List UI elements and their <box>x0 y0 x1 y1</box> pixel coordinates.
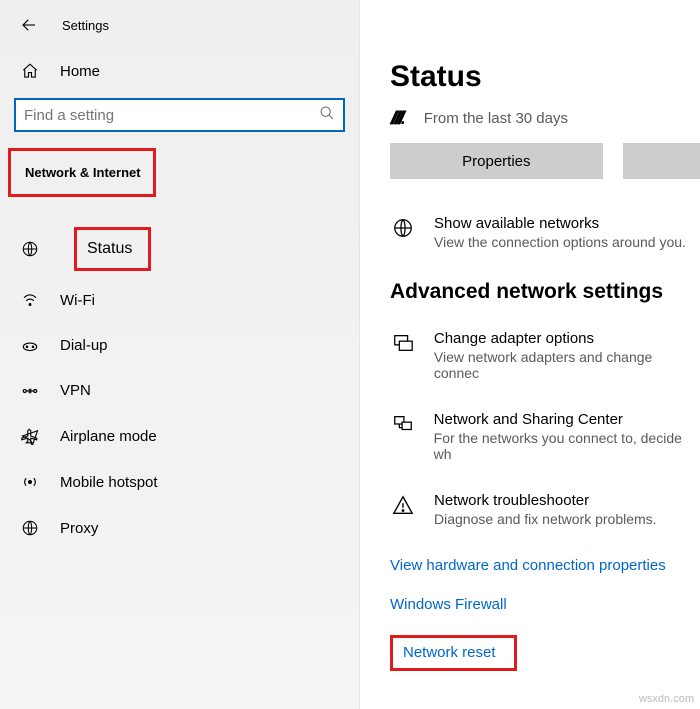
sidebar-item-dialup[interactable]: Dial-up <box>0 323 359 368</box>
sidebar-item-hotspot[interactable]: Mobile hotspot <box>0 459 359 505</box>
airplane-icon <box>20 427 40 445</box>
list-item-text: Network troubleshooter Diagnose and fix … <box>434 492 657 527</box>
list-item-desc: Diagnose and fix network problems. <box>434 511 657 527</box>
settings-sidebar: Settings Home Network & Internet <box>0 0 360 709</box>
hardware-link[interactable]: View hardware and connection properties <box>390 557 666 574</box>
vpn-icon <box>20 384 40 398</box>
sidebar-item-label: Wi-Fi <box>60 292 95 309</box>
search-container <box>0 98 359 144</box>
sidebar-item-label: Mobile hotspot <box>60 474 158 491</box>
show-networks-item[interactable]: Show available networks View the connect… <box>390 215 700 250</box>
sidebar-item-label: Proxy <box>60 520 98 537</box>
sidebar-item-status[interactable]: Status <box>0 221 359 277</box>
back-icon[interactable] <box>20 16 38 34</box>
dialup-icon <box>20 339 40 353</box>
home-icon <box>20 62 40 80</box>
network-reset-link[interactable]: Network reset <box>403 644 496 661</box>
adapter-icon <box>390 330 416 381</box>
watermark: wsxdn.com <box>639 693 694 705</box>
sidebar-item-vpn[interactable]: VPN <box>0 368 359 413</box>
list-item-title: Change adapter options <box>434 330 700 347</box>
search-box[interactable] <box>14 98 345 132</box>
sharing-icon <box>390 411 416 462</box>
list-item-text: Show available networks View the connect… <box>434 215 686 250</box>
sidebar-nav: Status Wi-Fi Dial-up <box>0 213 359 551</box>
status-summary: 𝑰𝑰𝑰. From the last 30 days <box>390 108 700 129</box>
sidebar-item-airplane[interactable]: Airplane mode <box>0 413 359 459</box>
sidebar-item-proxy[interactable]: Proxy <box>0 505 359 551</box>
search-input[interactable] <box>24 107 319 124</box>
firewall-link[interactable]: Windows Firewall <box>390 596 507 613</box>
sidebar-item-label: Airplane mode <box>60 428 157 445</box>
list-item-desc: For the networks you connect to, decide … <box>434 430 700 462</box>
globe-icon <box>20 240 40 258</box>
category-highlight: Network & Internet <box>8 148 156 197</box>
sidebar-item-label: VPN <box>60 382 91 399</box>
search-icon <box>319 105 335 126</box>
warning-icon <box>390 492 416 527</box>
list-item-desc: View the connection options around you. <box>434 234 686 250</box>
list-item-title: Network and Sharing Center <box>434 411 700 428</box>
adapter-options-item[interactable]: Change adapter options View network adap… <box>390 330 700 381</box>
advanced-heading: Advanced network settings <box>390 280 700 304</box>
wifi-icon <box>20 291 40 309</box>
properties-button[interactable]: Properties <box>390 143 603 179</box>
list-item-text: Change adapter options View network adap… <box>434 330 700 381</box>
sidebar-item-wifi[interactable]: Wi-Fi <box>0 277 359 323</box>
category-header: Network & Internet <box>11 151 153 194</box>
sidebar-item-label: Status <box>87 240 132 258</box>
secondary-button[interactable] <box>623 143 700 179</box>
reset-highlight: Network reset <box>390 635 517 671</box>
sharing-center-item[interactable]: Network and Sharing Center For the netwo… <box>390 411 700 462</box>
app-title: Settings <box>62 18 109 33</box>
troubleshooter-item[interactable]: Network troubleshooter Diagnose and fix … <box>390 492 700 527</box>
status-subhead: From the last 30 days <box>424 110 568 127</box>
title-bar: Settings <box>0 8 359 52</box>
list-item-text: Network and Sharing Center For the netwo… <box>434 411 700 462</box>
list-item-title: Network troubleshooter <box>434 492 657 509</box>
button-label: Properties <box>462 153 530 170</box>
signal-icon: 𝑰𝑰𝑰. <box>390 108 404 129</box>
hotspot-icon <box>20 473 40 491</box>
list-item-desc: View network adapters and change connec <box>434 349 700 381</box>
sidebar-item-home[interactable]: Home <box>0 52 359 98</box>
button-row: Properties <box>390 143 700 179</box>
page-title: Status <box>390 60 700 94</box>
proxy-icon <box>20 519 40 537</box>
globe-icon <box>390 215 416 250</box>
status-highlight: Status <box>74 227 151 271</box>
sidebar-item-label: Dial-up <box>60 337 108 354</box>
main-content: Status 𝑰𝑰𝑰. From the last 30 days Proper… <box>360 0 700 709</box>
home-label: Home <box>60 63 100 80</box>
list-item-title: Show available networks <box>434 215 686 232</box>
